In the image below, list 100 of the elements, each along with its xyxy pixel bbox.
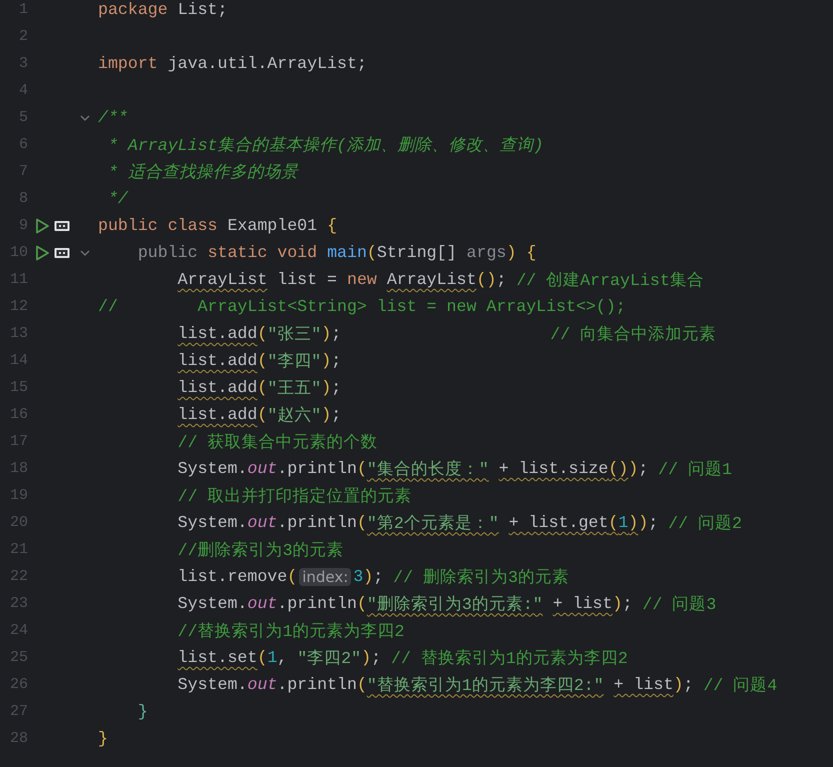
code-text: System. bbox=[178, 513, 248, 532]
string-literal: "张三" bbox=[267, 324, 322, 344]
bracket: ( bbox=[287, 567, 298, 586]
comment: // 删除索引为3的元素 bbox=[393, 566, 569, 588]
string-literal: "王五" bbox=[267, 378, 322, 398]
keyword: package bbox=[98, 0, 168, 19]
parameter-hint: index: bbox=[299, 568, 352, 586]
code-text: List; bbox=[178, 0, 228, 19]
field-name: out bbox=[247, 513, 278, 532]
doc-comment: /** bbox=[98, 108, 128, 127]
bracket: ( bbox=[257, 351, 268, 370]
code-text: list.add bbox=[178, 405, 258, 424]
bracket: ) bbox=[628, 513, 638, 532]
string-literal: "第2个元素是：" bbox=[366, 512, 499, 534]
string-literal: "替换索引为1的元素为李四2:" bbox=[366, 674, 604, 696]
bracket: ( bbox=[257, 324, 268, 343]
code-text: list.add bbox=[178, 324, 258, 343]
code-text: ; bbox=[331, 351, 342, 370]
code-text: String[] bbox=[376, 243, 457, 262]
code-text: ; bbox=[622, 594, 632, 613]
comment: // 问题4 bbox=[703, 674, 778, 696]
bracket: ) bbox=[321, 378, 332, 397]
code-text: System. bbox=[178, 594, 248, 613]
chevron-icon[interactable] bbox=[80, 114, 90, 120]
comment: // 创建ArrayList集合 bbox=[516, 270, 704, 290]
bracket: ) bbox=[321, 405, 332, 424]
bracket: ) bbox=[321, 324, 332, 343]
code-text: ArrayList bbox=[178, 270, 268, 289]
badge-icon[interactable] bbox=[54, 246, 70, 258]
keyword: static void bbox=[208, 243, 318, 262]
bracket: } bbox=[138, 702, 148, 721]
code-text: + list.get bbox=[508, 513, 608, 532]
code-text: ; bbox=[373, 567, 384, 586]
bracket: ) bbox=[638, 513, 648, 532]
string-literal: "赵六" bbox=[267, 404, 322, 426]
bracket: { bbox=[526, 243, 536, 262]
code-text: Example01 bbox=[227, 216, 318, 235]
bracket: ( bbox=[366, 243, 377, 262]
comment: // 取出并打印指定位置的元素 bbox=[178, 486, 412, 506]
bracket: ( bbox=[356, 675, 367, 694]
field-name: out bbox=[247, 594, 278, 613]
code-text: .println bbox=[277, 675, 357, 694]
keyword: public class bbox=[98, 216, 218, 235]
code-text: ; bbox=[331, 378, 342, 397]
string-literal: "李四" bbox=[267, 350, 322, 372]
field-name: out bbox=[247, 459, 278, 478]
code-text: ; bbox=[331, 324, 342, 343]
code-text: ; bbox=[648, 513, 658, 532]
number-literal: 1 bbox=[267, 648, 278, 667]
code-text: ; bbox=[683, 675, 694, 694]
run-icon[interactable] bbox=[34, 244, 50, 260]
bracket: ( bbox=[608, 513, 618, 532]
code-text: ; bbox=[331, 405, 342, 424]
bracket: ) bbox=[673, 675, 684, 694]
code-text: ArrayList bbox=[386, 270, 476, 289]
bracket: ) bbox=[612, 594, 622, 613]
bracket: } bbox=[98, 729, 108, 748]
bracket: () bbox=[608, 459, 628, 478]
run-icon[interactable] bbox=[34, 218, 50, 234]
string-literal: "删除索引为3的元素:" bbox=[366, 594, 543, 614]
keyword: new bbox=[346, 270, 377, 289]
code-text: args bbox=[466, 243, 506, 262]
badge-icon[interactable] bbox=[54, 220, 70, 232]
bracket: ( bbox=[356, 459, 367, 478]
bracket: ) bbox=[363, 567, 374, 586]
code-text: list.add bbox=[178, 378, 258, 397]
comment: //替换索引为1的元素为李四2 bbox=[178, 620, 405, 642]
bracket: ) bbox=[361, 648, 372, 667]
code-text: list = bbox=[277, 270, 338, 289]
code-text: ; bbox=[496, 270, 506, 289]
code-text: java.util.ArrayList; bbox=[168, 54, 367, 73]
bracket: () bbox=[476, 270, 496, 289]
comment: // 替换索引为1的元素为李四2 bbox=[391, 648, 628, 668]
bracket: ) bbox=[506, 243, 516, 262]
code-text: public bbox=[138, 243, 198, 262]
doc-comment: * 适合查找操作多的场景 bbox=[108, 162, 298, 182]
number-literal: 1 bbox=[618, 513, 628, 532]
keyword: import bbox=[98, 54, 158, 73]
string-literal: "李四2" bbox=[297, 648, 362, 668]
method-name: main bbox=[327, 243, 367, 262]
bracket: ( bbox=[257, 405, 268, 424]
bracket: { bbox=[327, 216, 338, 235]
comment: // ArrayList<String> list = new ArrayList<>(); bbox=[98, 297, 626, 316]
bracket: ) bbox=[321, 351, 332, 370]
code-text: list.add bbox=[178, 351, 258, 370]
bracket: ( bbox=[257, 648, 268, 667]
bracket: ( bbox=[257, 378, 268, 397]
code-text: ; bbox=[371, 648, 382, 667]
code-text: System. bbox=[178, 675, 248, 694]
comment: // 问题1 bbox=[658, 458, 732, 480]
code-text: , bbox=[277, 648, 288, 667]
comment: // 向集合中添加元素 bbox=[550, 324, 716, 344]
code-text: + list bbox=[614, 675, 674, 694]
field-name: out bbox=[247, 675, 278, 694]
doc-comment: */ bbox=[108, 189, 128, 208]
chevron-icon[interactable] bbox=[80, 250, 90, 256]
string-literal: "集合的长度：" bbox=[366, 458, 489, 480]
doc-comment: * ArrayList集合的基本操作(添加、删除、修改、查询) bbox=[108, 134, 544, 156]
code-text: list.remove bbox=[178, 567, 288, 586]
code-text: .println bbox=[277, 513, 357, 532]
